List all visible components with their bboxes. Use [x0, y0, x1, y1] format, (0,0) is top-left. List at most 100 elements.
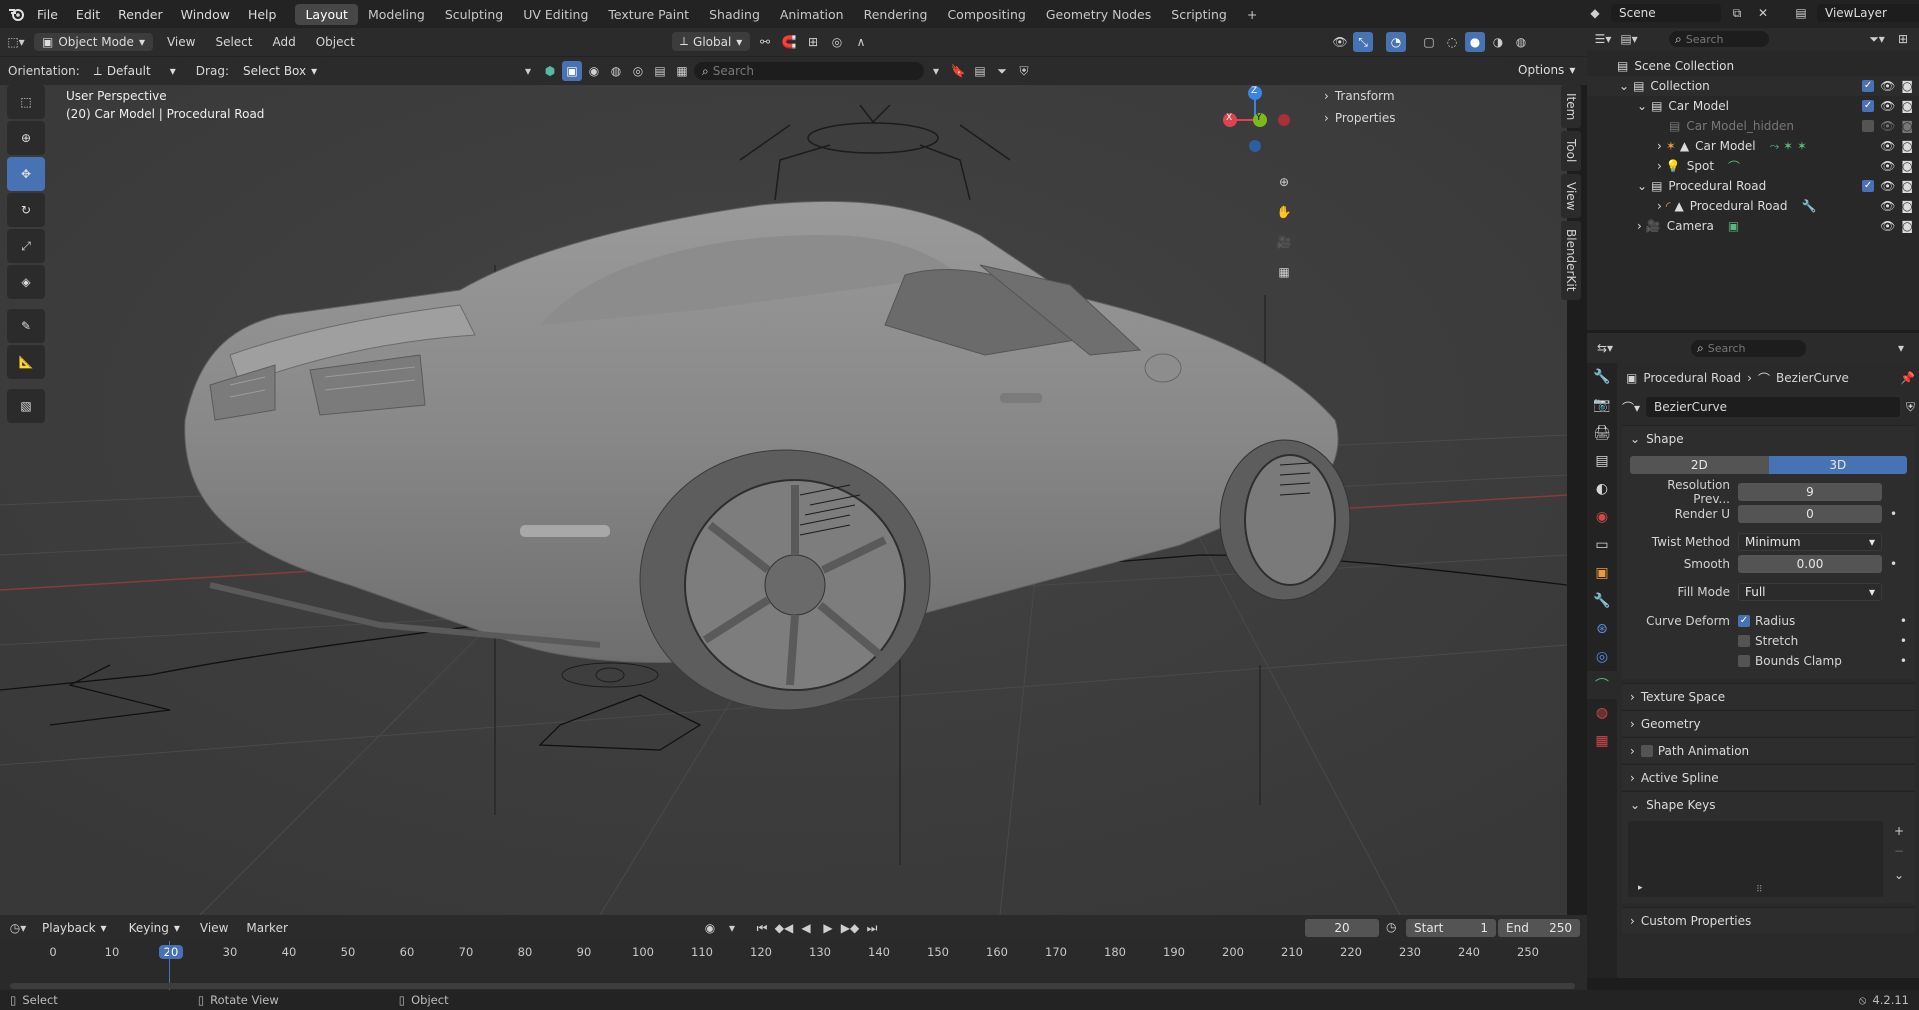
transform-tool-icon[interactable]: ◈	[7, 265, 45, 299]
menu-render[interactable]: Render	[109, 7, 172, 22]
display-mode-icon[interactable]: ▤▾	[1619, 29, 1639, 49]
include-checkbox[interactable]: ✓	[1862, 80, 1875, 92]
mesh-color-icon[interactable]: ⬢	[540, 61, 560, 81]
snap-target-icon[interactable]: ⊞	[803, 32, 823, 52]
output-tab-icon[interactable]: 🖨	[1587, 419, 1617, 447]
eye-icon[interactable]: 👁	[1880, 139, 1895, 153]
remove-shape-key-icon[interactable]: −	[1889, 841, 1909, 861]
clock-icon[interactable]: ◷	[1386, 920, 1396, 934]
shape-keys-panel[interactable]: ⌄ Shape Keys	[1622, 791, 1915, 817]
world-tab-icon[interactable]: ◉	[1587, 503, 1617, 531]
object-icon[interactable]: ◉	[584, 61, 604, 81]
curve-data-tab-icon[interactable]: ⌒	[1587, 671, 1617, 699]
menu-help[interactable]: Help	[239, 7, 286, 22]
play-reverse-icon[interactable]: ◀	[796, 918, 816, 938]
npanel-tab-item[interactable]: Item	[1561, 85, 1581, 129]
prev-keyframe-icon[interactable]: ◆◀	[774, 918, 794, 938]
modifier-tab-icon[interactable]: 🔧	[1587, 587, 1617, 615]
npanel-tab-tool[interactable]: Tool	[1561, 131, 1581, 171]
keyframe-dot-icon[interactable]: •	[1900, 634, 1907, 648]
transform-orientation-dropdown[interactable]: ⟂ Global ▾	[672, 32, 751, 51]
bookmark-icon[interactable]: 🔖	[948, 61, 968, 81]
tab-shading[interactable]: Shading	[699, 4, 770, 25]
outliner-row[interactable]: ▤ Scene Collection	[1587, 56, 1919, 76]
texture-tab-icon[interactable]: ▦	[1587, 727, 1617, 755]
dimension-3d-button[interactable]: 3D	[1768, 456, 1907, 474]
chevron-down-icon[interactable]: ▾	[1891, 338, 1911, 358]
eye-icon[interactable]: 👁	[1880, 119, 1895, 133]
annotate-tool-icon[interactable]: ✎	[7, 309, 45, 343]
outliner-row[interactable]: › ◜ ▲ Procedural Road 🔧 👁 ◙	[1587, 196, 1919, 216]
npanel-transform-section[interactable]: › Transform	[1320, 85, 1550, 107]
twist-method-dropdown[interactable]: Minimum ▾	[1738, 533, 1882, 551]
brush-icon[interactable]: ▦	[672, 61, 692, 81]
include-checkbox[interactable]: ✓	[1862, 100, 1875, 112]
eye-icon[interactable]: 👁	[1880, 79, 1895, 93]
path-animation-checkbox[interactable]	[1640, 744, 1653, 757]
world-icon[interactable]: ◎	[628, 61, 648, 81]
scene-tab-icon[interactable]: ◐	[1587, 475, 1617, 503]
rendered-shading-icon[interactable]: ◍	[1511, 32, 1531, 52]
wireframe-shading-icon[interactable]: ◌	[1442, 32, 1462, 52]
shield-icon[interactable]: ⛨	[1014, 61, 1034, 81]
viewport-menu-select[interactable]: Select	[209, 35, 258, 49]
camera-icon[interactable]: ◙	[1901, 139, 1913, 153]
end-frame-field[interactable]: End 250	[1498, 919, 1580, 937]
eye-icon[interactable]: 👁	[1880, 159, 1895, 173]
mode-dropdown[interactable]: ▣ Object Mode ▾	[34, 33, 153, 51]
include-checkbox[interactable]	[1862, 120, 1875, 132]
tab-layout[interactable]: Layout	[295, 3, 358, 25]
fake-user-shield-icon[interactable]: ⛨	[1906, 400, 1915, 415]
object-tab-icon[interactable]: ▣	[1587, 559, 1617, 587]
collection-tab-icon[interactable]: ▭	[1587, 531, 1617, 559]
eye-icon[interactable]: 👁	[1880, 179, 1895, 193]
npanel-tab-view[interactable]: View	[1561, 173, 1581, 219]
smooth-field[interactable]: 0.00	[1738, 555, 1882, 573]
keyframe-dot-icon[interactable]: •	[1900, 654, 1907, 668]
viewlayer-field[interactable]: ViewLayer	[1817, 4, 1919, 22]
layout-icon[interactable]: ▤	[970, 61, 990, 81]
curve-datablock-icon[interactable]: ⌒▾	[1622, 399, 1640, 416]
camera-icon[interactable]: ◙	[1901, 219, 1913, 233]
options-dropdown[interactable]: Options ▾	[1510, 61, 1584, 79]
delete-scene-icon[interactable]: ✕	[1753, 3, 1773, 23]
viewport-menu-add[interactable]: Add	[266, 35, 301, 49]
shape-key-menu-icon[interactable]: ⌄	[1889, 865, 1909, 885]
playback-menu[interactable]: Playback ▾	[34, 919, 115, 937]
scene-data-icon[interactable]: ▤	[650, 61, 670, 81]
shape-panel-header[interactable]: ⌄ Shape	[1622, 425, 1915, 451]
material-icon[interactable]: ◍	[606, 61, 626, 81]
eye-icon[interactable]: 👁	[1880, 99, 1895, 113]
active-spline-panel[interactable]: › Active Spline	[1622, 764, 1915, 790]
new-collection-icon[interactable]: ⊞	[1893, 29, 1913, 49]
current-frame-field[interactable]: 20	[1305, 919, 1379, 937]
tab-modeling[interactable]: Modeling	[358, 4, 435, 25]
falloff-icon[interactable]: ∧	[851, 32, 871, 52]
timeline-editor-icon[interactable]: ◷▾	[8, 918, 28, 938]
select-mode-icon[interactable]: ▣	[562, 61, 582, 81]
material-tab-icon[interactable]: ◍	[1587, 699, 1617, 727]
tab-geometry-nodes[interactable]: Geometry Nodes	[1036, 4, 1161, 25]
custom-properties-panel[interactable]: › Custom Properties	[1622, 907, 1915, 933]
next-keyframe-icon[interactable]: ▶◆	[840, 918, 860, 938]
scene-field[interactable]: Scene	[1611, 4, 1721, 22]
gizmo-toggle-icon[interactable]: ⤡	[1353, 32, 1373, 52]
jump-end-icon[interactable]: ⏭	[862, 918, 882, 938]
radius-checkbox[interactable]: ✓	[1738, 615, 1750, 627]
tab-compositing[interactable]: Compositing	[937, 4, 1035, 25]
outliner-row[interactable]: › ✶ ▲ Car Model ⤳ ✶ ✶ 👁 ◙	[1587, 136, 1919, 156]
eye-icon[interactable]: 👁	[1880, 199, 1895, 213]
timeline-area[interactable]: 0 10 20 30 40 50 60 70 80 90 100 110 120 130 140 150 160…	[0, 941, 1587, 995]
asset-search-field[interactable]: ⌕ Search	[694, 62, 924, 80]
view-layer-tab-icon[interactable]: ▤	[1587, 447, 1617, 475]
camera-icon[interactable]: ◙	[1901, 119, 1913, 133]
timeline-scrollbar[interactable]	[10, 983, 1575, 989]
select-box-tool-icon[interactable]: ⬚	[7, 85, 45, 119]
datablock-name-field[interactable]: BezierCurve	[1646, 397, 1900, 417]
render-tab-icon[interactable]: 📷	[1587, 391, 1617, 419]
visibility-icon[interactable]: 👁	[1330, 32, 1350, 52]
move-tool-icon[interactable]: ✥	[7, 157, 45, 191]
add-workspace-icon[interactable]: +	[1237, 4, 1267, 25]
physics-tab-icon[interactable]: ◎	[1587, 643, 1617, 671]
timeline-marker-menu[interactable]: Marker	[240, 921, 293, 935]
